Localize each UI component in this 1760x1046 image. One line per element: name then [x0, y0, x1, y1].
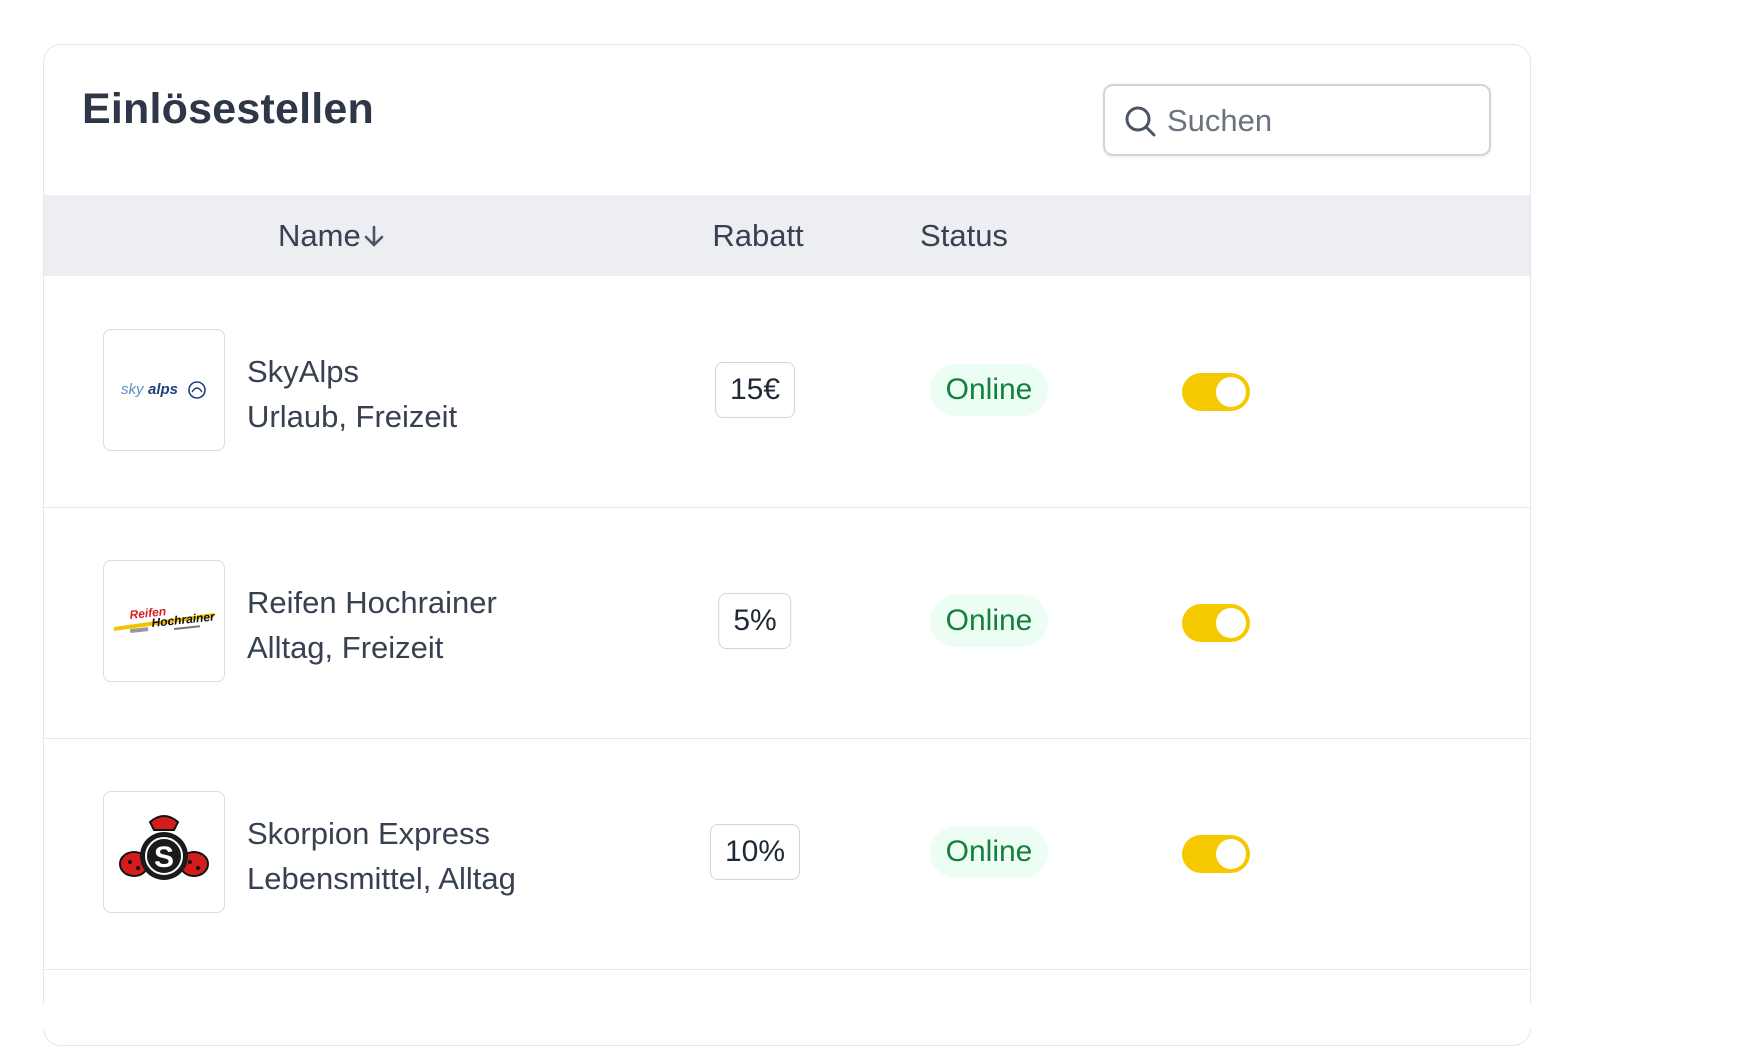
toggle-knob — [1216, 839, 1246, 869]
sort-arrow-down-icon — [364, 225, 384, 247]
store-info: SkyAlps Urlaub, Freizeit — [247, 349, 457, 439]
search-box[interactable] — [1103, 84, 1491, 156]
active-toggle[interactable] — [1182, 373, 1250, 411]
status-badge: Online — [930, 364, 1048, 416]
discount-badge: 5% — [718, 593, 792, 649]
table-row[interactable]: S Skorpion Express Lebensmittel, Alltag … — [44, 738, 1530, 970]
store-name: Skorpion Express — [247, 816, 490, 851]
active-toggle[interactable] — [1182, 835, 1250, 873]
page-title: Einlösestellen — [82, 85, 374, 133]
store-info: Skorpion Express Lebensmittel, Alltag — [247, 811, 516, 901]
store-info: Reifen Hochrainer Alltag, Freizeit — [247, 580, 497, 670]
discount-badge: 15€ — [714, 362, 796, 418]
skorpion-logo-letter: S — [154, 841, 174, 874]
column-header-status[interactable]: Status — [912, 195, 1016, 276]
skorpion-express-logo: S — [103, 791, 225, 913]
table-header: Name Rabatt Status — [44, 195, 1530, 276]
search-input[interactable] — [1165, 86, 1479, 156]
toggle-knob — [1216, 377, 1246, 407]
store-categories: Alltag, Freizeit — [247, 630, 444, 665]
skyalps-logo-text-sky: sky — [121, 381, 145, 398]
status-badge: Online — [930, 595, 1048, 647]
skyalps-logo: sky alps — [103, 329, 225, 451]
skyalps-logo-text-alps: alps — [148, 381, 178, 398]
store-categories: Lebensmittel, Alltag — [247, 861, 516, 896]
column-header-rabatt[interactable]: Rabatt — [708, 195, 808, 276]
reifen-hochrainer-logo: Reifen Hochrainer — [103, 560, 225, 682]
active-toggle[interactable] — [1182, 604, 1250, 642]
store-name: SkyAlps — [247, 354, 359, 389]
redemption-points-card: Einlösestellen Name Rabatt Status sky al… — [43, 44, 1531, 1046]
store-categories: Urlaub, Freizeit — [247, 399, 458, 434]
table-row[interactable]: Reifen Hochrainer Reifen Hochrainer Allt… — [44, 507, 1530, 739]
toggle-knob — [1216, 608, 1246, 638]
status-badge: Online — [930, 826, 1048, 878]
bottom-fade — [0, 1004, 1760, 1029]
discount-badge: 10% — [709, 824, 801, 880]
store-name: Reifen Hochrainer — [247, 585, 497, 620]
table-row[interactable]: sky alps SkyAlps Urlaub, Freizeit 15€ On… — [44, 276, 1530, 508]
search-icon — [1125, 106, 1156, 137]
column-header-name[interactable]: Name — [278, 195, 385, 276]
